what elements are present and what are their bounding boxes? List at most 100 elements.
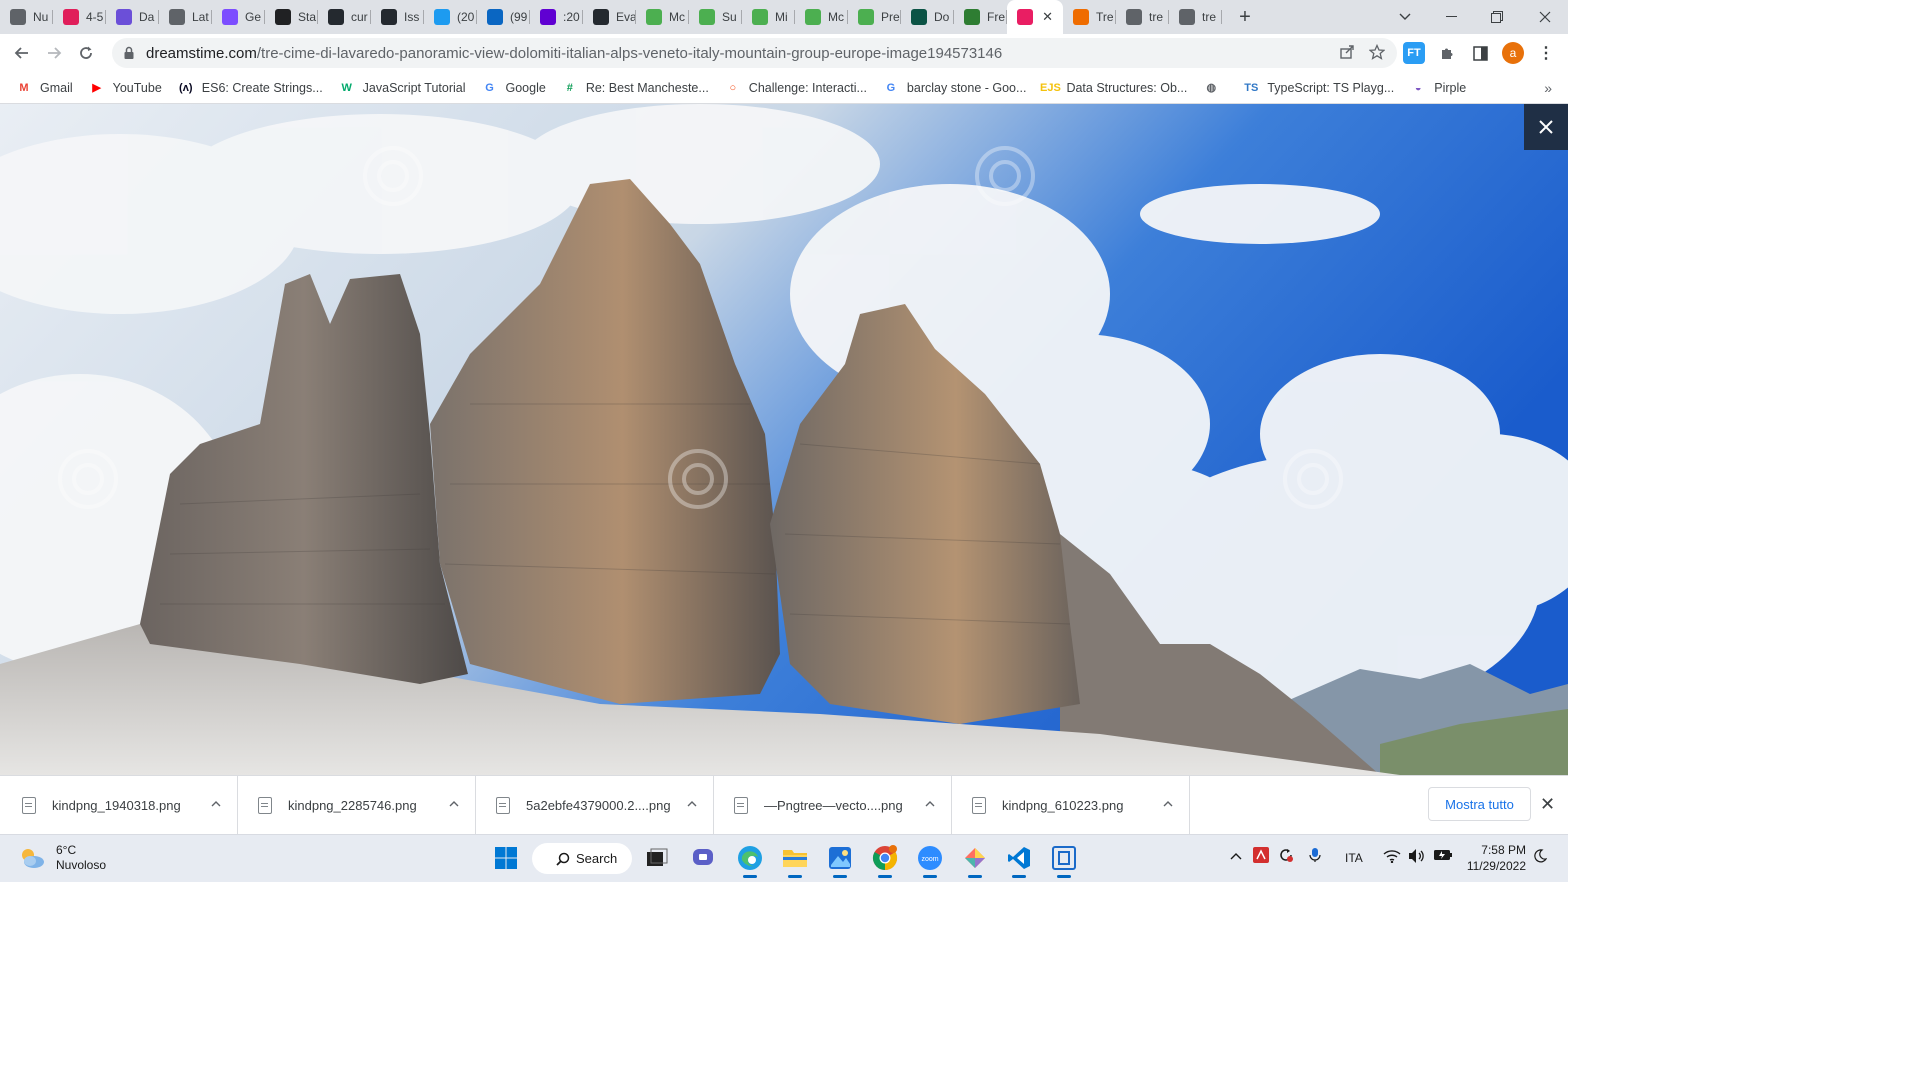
menu-kebab-icon[interactable]: ⋮ [1535, 42, 1557, 64]
tab-title: Do [934, 10, 950, 24]
back-button[interactable] [6, 37, 38, 69]
browser-tab[interactable]: cur [318, 0, 371, 34]
browser-tab[interactable]: tre [1116, 0, 1169, 34]
volume-icon[interactable] [1408, 848, 1426, 867]
download-filename: —Pngtree—vecto....png [764, 797, 903, 813]
download-options-chevron-icon[interactable] [925, 796, 935, 810]
show-hidden-icons-chevron-icon[interactable] [1230, 849, 1242, 863]
file-explorer-icon[interactable] [781, 844, 809, 878]
download-options-chevron-icon[interactable] [1163, 796, 1173, 810]
yahoo-icon [540, 9, 556, 25]
forward-button[interactable] [38, 37, 70, 69]
restore-button[interactable] [1482, 0, 1512, 34]
browser-tab[interactable]: Tre [1063, 0, 1116, 34]
browser-tab[interactable]: 4-5 [53, 0, 106, 34]
close-viewer-button[interactable] [1524, 104, 1568, 150]
browser-tab[interactable]: :20 [530, 0, 583, 34]
teams-chat-icon[interactable] [690, 844, 718, 872]
figma-like-app-icon[interactable] [961, 844, 989, 878]
browser-tab[interactable]: Mc [636, 0, 689, 34]
bookmark-item[interactable]: # Re: Best Mancheste... [562, 80, 709, 96]
system-clock[interactable]: 7:58 PM 11/29/2022 [1462, 842, 1526, 874]
close-tab-icon[interactable]: ✕ [1042, 9, 1053, 25]
browser-tab[interactable]: tre [1169, 0, 1222, 34]
bookmark-item[interactable]: ◍ [1203, 80, 1227, 96]
openai-icon [275, 9, 291, 25]
start-button[interactable] [492, 844, 520, 872]
bookmark-item[interactable]: EJS Data Structures: Ob... [1040, 80, 1187, 96]
windows-logo-icon [495, 847, 517, 869]
browser-tab[interactable]: Da [106, 0, 159, 34]
download-item[interactable]: —Pngtree—vecto....png [714, 775, 952, 835]
profile-avatar[interactable]: a [1502, 42, 1524, 64]
sync-tray-icon[interactable] [1278, 847, 1294, 866]
new-tab-button[interactable]: + [1232, 6, 1258, 29]
bookmark-item[interactable]: TS TypeScript: TS Playg... [1243, 80, 1394, 96]
browser-tab[interactable]: (99 [477, 0, 530, 34]
download-item[interactable]: 5a2ebfe4379000.2....png [476, 775, 714, 835]
extension-ft-icon[interactable]: FT [1403, 42, 1425, 64]
url-path: /tre-cime-di-lavaredo-panoramic-view-dol… [256, 44, 1003, 62]
browser-tab[interactable]: Do [901, 0, 954, 34]
browser-tab[interactable]: ✕ [1007, 0, 1063, 34]
chrome-browser-icon[interactable] [871, 844, 899, 878]
bookmark-item[interactable]: G Google [482, 80, 546, 96]
address-bar[interactable]: dreamstime.com/tre-cime-di-lavaredo-pano… [112, 38, 1397, 68]
zoom-app-icon[interactable]: zoom [916, 844, 944, 878]
reload-button[interactable] [70, 37, 102, 69]
close-window-button[interactable] [1530, 0, 1560, 34]
browser-tab[interactable]: Mi [742, 0, 795, 34]
sandbox-app-icon[interactable] [1050, 844, 1078, 878]
download-item[interactable]: kindpng_610223.png [952, 775, 1190, 835]
download-item[interactable]: kindpng_2285746.png [238, 775, 476, 835]
download-options-chevron-icon[interactable] [687, 796, 697, 810]
battery-icon[interactable] [1433, 849, 1453, 864]
weather-widget[interactable]: 6°C Nuvoloso [18, 843, 106, 873]
bookmark-item[interactable]: W JavaScript Tutorial [339, 80, 465, 96]
browser-tab[interactable]: Iss [371, 0, 424, 34]
side-panel-icon[interactable] [1469, 42, 1491, 64]
acrobat-tray-icon[interactable] [1253, 847, 1269, 866]
browser-tab[interactable]: Pre [848, 0, 901, 34]
bookmark-item[interactable]: (ʌ) ES6: Create Strings... [178, 80, 323, 96]
geometry-icon [222, 9, 238, 25]
browser-tab[interactable]: Nu [0, 0, 53, 34]
browser-tab[interactable]: Ge [212, 0, 265, 34]
bookmark-item[interactable]: ◒ Pirple [1410, 80, 1466, 96]
bookmark-label: barclay stone - Goo... [906, 80, 1027, 95]
edge-browser-icon[interactable] [736, 844, 764, 878]
bookmark-item[interactable]: Gbarclay stone - Goo... [883, 80, 1027, 96]
bookmarks-overflow-icon[interactable]: » [1544, 80, 1552, 96]
browser-tab[interactable]: Mc [795, 0, 848, 34]
downloads-list: kindpng_1940318.png kindpng_2285746.png 5a… [0, 775, 1190, 835]
browser-tab[interactable]: Eva [583, 0, 636, 34]
tab-title: cur [351, 10, 368, 24]
browser-tab[interactable]: Lat [159, 0, 212, 34]
notification-moon-icon[interactable] [1533, 849, 1548, 866]
bookmark-star-icon[interactable] [1369, 44, 1385, 60]
wifi-icon[interactable] [1383, 849, 1401, 866]
tab-search-chevron-icon[interactable] [1392, 0, 1418, 34]
browser-tab[interactable]: Fre [954, 0, 1007, 34]
bookmarks-list: M Gmail ▶ YouTube (ʌ) ES6: Create Strings... W… [0, 80, 1466, 96]
taskbar-search-button[interactable]: Search [532, 843, 632, 874]
bookmark-item[interactable]: M Gmail [16, 80, 72, 96]
download-item[interactable]: kindpng_1940318.png [0, 775, 238, 835]
browser-tab[interactable]: Sta [265, 0, 318, 34]
share-icon[interactable] [1339, 44, 1355, 60]
browser-tab[interactable]: Su [689, 0, 742, 34]
show-all-downloads-button[interactable]: Mostra tutto [1428, 787, 1531, 821]
close-downloads-bar-button[interactable]: ✕ [1540, 794, 1555, 815]
input-language[interactable]: ITA [1345, 851, 1363, 865]
photos-app-icon[interactable] [826, 844, 854, 878]
bookmark-item[interactable]: ▶ YouTube [89, 80, 161, 96]
minimize-button[interactable] [1436, 0, 1466, 34]
task-view-icon[interactable] [643, 844, 671, 872]
microphone-icon[interactable] [1309, 847, 1321, 866]
extensions-puzzle-icon[interactable] [1436, 42, 1458, 64]
browser-tab[interactable]: (20 [424, 0, 477, 34]
vscode-icon[interactable] [1005, 844, 1033, 878]
download-options-chevron-icon[interactable] [211, 796, 221, 810]
download-options-chevron-icon[interactable] [449, 796, 459, 810]
bookmark-item[interactable]: ○ Challenge: Interacti... [725, 80, 866, 96]
